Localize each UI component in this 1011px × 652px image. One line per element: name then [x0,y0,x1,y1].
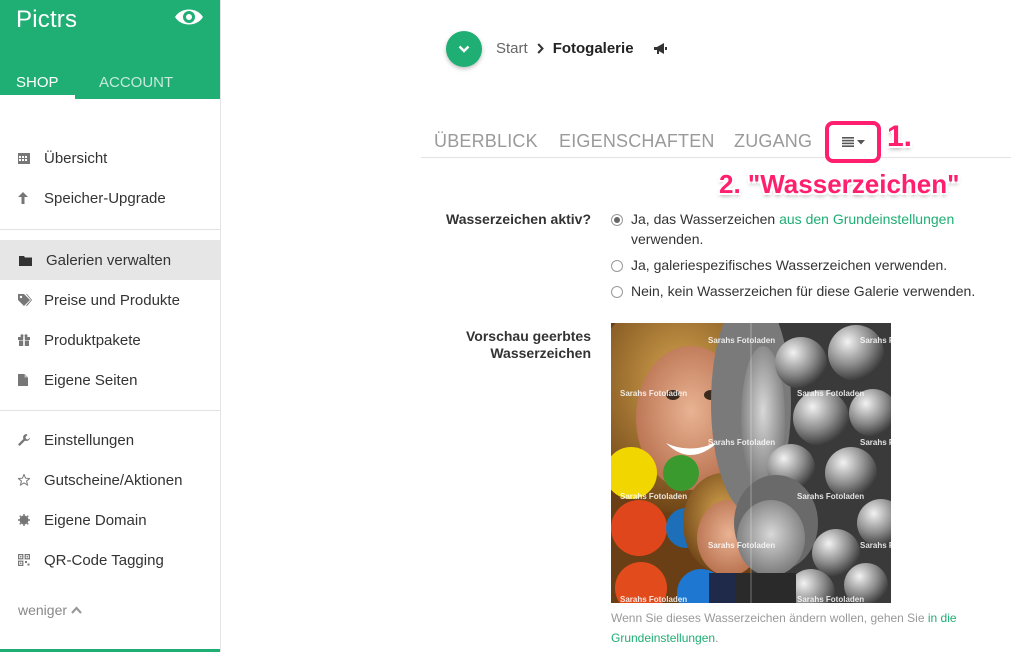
qrcode-icon [0,554,44,566]
sidebar-item-label: Speicher-Upgrade [44,189,166,207]
sidebar-item-eigene-seiten[interactable]: Eigene Seiten [0,360,220,400]
radio-button[interactable] [611,286,623,298]
chevron-up-icon [71,606,82,614]
sidebar-item-preise-und-produkte[interactable]: Preise und Produkte [0,280,220,320]
file-icon [0,374,44,386]
tab-more-menu-button[interactable] [825,121,881,163]
calendar-icon [0,152,44,164]
star-icon [0,474,44,486]
tab-shop[interactable]: SHOP [16,74,59,91]
sidebar-item-label: Gutscheine/Aktionen [44,471,183,489]
arrow-up-icon [0,192,44,204]
sidebar-item-gutscheine-aktionen[interactable]: Gutscheine/Aktionen [0,460,220,500]
list-icon [841,137,854,147]
radio-button[interactable] [611,214,623,226]
tags-icon [0,294,44,306]
watermark-text: Sarahs Fotoladen [797,389,865,398]
gallery-tabs: ÜBERBLICK EIGENSCHAFTEN ZUGANG [421,120,1011,163]
annotation-step-1: 1. [887,120,913,153]
watermark-text: Sarahs Fotoladen [860,336,891,345]
app-logo[interactable]: Pictrs [16,6,77,34]
breadcrumb-dropdown-button[interactable] [446,31,482,67]
sidebar-item-galerien-verwalten[interactable]: Galerien verwalten [0,240,220,280]
preview-label: Vorschau geerbtes Wasserzeichen [465,328,591,361]
watermark-text: Sarahs Fotoladen [797,595,865,603]
radio-option-gallery-watermark[interactable]: Ja, galeriespezifisches Wasserzeichen ve… [611,257,948,275]
option-text: Nein, kein Wasserzeichen für diese Galer… [631,283,976,299]
sidebar-item-uebersicht[interactable]: Übersicht [0,138,220,178]
show-less-label: weniger [18,602,68,618]
breadcrumb-current: Fotogalerie [552,40,634,57]
sidebar-item-label: Übersicht [44,149,108,167]
sidebar-item-label: Produktpakete [44,331,141,349]
sidebar-item-label: QR-Code Tagging [44,551,164,569]
radio-button[interactable] [611,260,623,272]
caret-down-icon [856,139,865,144]
breadcrumb: Start Fotogalerie [496,40,634,57]
option-text-continued: verwenden. [631,231,704,247]
radio-option-default-watermark[interactable]: Ja, das Wasserzeichen aus den Grundeinst… [611,211,1001,249]
sidebar-item-label: Einstellungen [44,431,135,449]
option-text: Ja, das Wasserzeichen [631,211,780,227]
certificate-icon [0,514,44,526]
watermark-text: Sarahs Fotoladen [620,492,688,501]
sidebar-item-speicher-upgrade[interactable]: Speicher-Upgrade [0,178,220,218]
sidebar-item-qr-code-tagging[interactable]: QR-Code Tagging [0,540,220,580]
watermark-text: Sarahs Fotoladen [708,336,776,345]
sidebar-item-produktpakete[interactable]: Produktpakete [0,320,220,360]
sidebar-item-label: Galerien verwalten [46,251,172,269]
default-settings-link[interactable]: aus den Grundeinstellungen [779,211,954,227]
tab-zugang[interactable]: ZUGANG [734,131,812,152]
watermark-text: Sarahs Fotoladen [797,492,865,501]
tab-ueberblick[interactable]: ÜBERBLICK [434,131,538,152]
chevron-right-icon [537,43,544,54]
sidebar-divider [0,229,220,230]
gift-icon [0,334,44,346]
active-tab-indicator [0,95,75,99]
sidebar-item-einstellungen[interactable]: Einstellungen [0,420,220,460]
chevron-down-icon [458,45,470,53]
folder-icon [0,255,44,266]
tab-eigenschaften[interactable]: EIGENSCHAFTEN [559,131,715,152]
sidebar-item-label: Preise und Produkte [44,291,180,309]
settings-link-continued[interactable]: Grundeinstellungen [611,631,715,645]
annotation-step-2: 2. "Wasserzeichen" [719,169,960,199]
sidebar-item-label: Eigene Seiten [44,371,138,389]
option-text: Ja, galeriespezifisches Wasserzeichen ve… [631,257,948,273]
wrench-icon [0,434,44,446]
sidebar-header: Pictrs SHOP ACCOUNT [0,0,220,99]
sidebar-item-label: Eigene Domain [44,511,147,529]
sidebar-divider [0,410,220,411]
eye-icon[interactable] [173,5,205,29]
watermark-active-label: Wasserzeichen aktiv? [446,211,591,227]
settings-link[interactable]: in die [928,611,957,625]
watermark-preview-image: Sarahs Fotoladen Sarahs Fotoladen Sarahs… [611,323,891,603]
show-less-toggle[interactable]: weniger [18,602,82,618]
tab-account[interactable]: ACCOUNT [99,74,173,91]
watermark-hint: Wenn Sie dieses Wasserzeichen ändern wol… [611,611,957,645]
watermark-text: Sarahs Fotoladen [860,541,891,550]
sidebar-item-eigene-domain[interactable]: Eigene Domain [0,500,220,540]
watermark-text: Sarahs Fotoladen [620,389,688,398]
megaphone-icon[interactable] [654,43,668,55]
watermark-text: Sarahs Fotoladen [708,541,776,550]
radio-option-no-watermark[interactable]: Nein, kein Wasserzeichen für diese Galer… [611,283,976,301]
watermark-text: Sarahs Fotoladen [620,595,688,603]
watermark-text: Sarahs Fotoladen [708,438,776,447]
sidebar: Pictrs SHOP ACCOUNT Übersicht Speicher-U… [0,0,221,652]
breadcrumb-start[interactable]: Start [496,40,528,57]
watermark-text: Sarahs Fotoladen [860,438,891,447]
